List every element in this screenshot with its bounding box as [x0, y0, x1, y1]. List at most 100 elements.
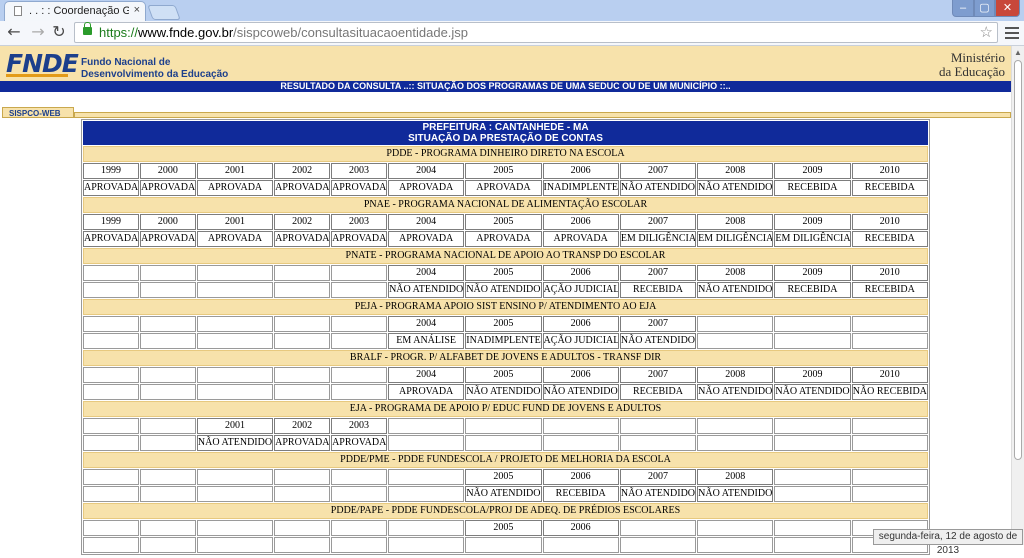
- year-cell: 2001: [196, 418, 274, 434]
- year-cell: 1999: [83, 214, 139, 230]
- status-cell: APROVADA: [331, 180, 388, 196]
- status-cell: NÃO ATENDIDO: [465, 384, 542, 400]
- url-text[interactable]: https://www.fnde.gov.br/sispcoweb/consul…: [99, 25, 468, 40]
- year-cell: 2006: [542, 265, 619, 281]
- status-cell: APROVADA: [331, 231, 388, 247]
- minimize-button[interactable]: –: [952, 0, 974, 17]
- status-cell: APROVADA: [388, 180, 465, 196]
- status-cell: APROVADA: [83, 180, 139, 196]
- year-cell: 2010: [851, 367, 928, 383]
- year-cell: 2006: [542, 367, 619, 383]
- tab-close-icon[interactable]: ×: [134, 4, 140, 16]
- status-cell: APROVADA: [196, 231, 274, 247]
- status-cell: NÃO ATENDIDO: [196, 435, 274, 451]
- year-cell: [619, 418, 697, 434]
- year-cell: 2002: [274, 214, 331, 230]
- status-cell: [774, 333, 851, 349]
- maximize-button[interactable]: ▢: [974, 0, 995, 17]
- status-cell: RECEBIDA: [542, 486, 619, 502]
- year-cell: [331, 520, 388, 536]
- year-cell: [465, 418, 542, 434]
- status-cell: NÃO ATENDIDO: [697, 282, 774, 298]
- year-cell: 1999: [83, 163, 139, 179]
- status-cell: [619, 537, 697, 553]
- year-cell: 2004: [388, 265, 465, 281]
- status-cell: EM ANÁLISE: [388, 333, 465, 349]
- year-cell: [388, 520, 465, 536]
- status-row: NÃO ATENDIDO NÃO ATENDIDO AÇÃO JUDICIAL REC…: [83, 282, 928, 298]
- year-cell: [388, 418, 465, 434]
- status-cell: [139, 282, 196, 298]
- forward-arrow-icon[interactable]: →: [29, 23, 47, 41]
- status-cell: [139, 537, 196, 553]
- status-cell: EM DILIGÊNCIA: [697, 231, 774, 247]
- status-cell: RECEBIDA: [774, 282, 851, 298]
- status-cell: [774, 537, 851, 553]
- program-header-row: EJA - PROGRAMA DE APOIO P/ EDUC FUND DE …: [83, 401, 928, 417]
- year-cell: [851, 316, 928, 332]
- status-cell: [542, 435, 619, 451]
- back-arrow-icon[interactable]: ←: [5, 23, 23, 41]
- vertical-scrollbar[interactable]: ▲: [1011, 46, 1024, 545]
- status-cell: EM DILIGÊNCIA: [774, 231, 851, 247]
- year-cell: 2004: [388, 367, 465, 383]
- program-name: PEJA - PROGRAMA APOIO SIST ENSINO P/ ATE…: [83, 299, 928, 315]
- status-cell: [274, 486, 331, 502]
- browser-menu-icon[interactable]: [1005, 24, 1019, 40]
- year-cell: [196, 265, 274, 281]
- year-cell: [274, 316, 331, 332]
- status-cell: APROVADA: [388, 231, 465, 247]
- year-cell: [697, 520, 774, 536]
- year-cell: 2009: [774, 265, 851, 281]
- status-cell: RECEBIDA: [851, 231, 928, 247]
- browser-tab[interactable]: . . : : Coordenação Geral D ×: [4, 1, 146, 21]
- scroll-up-arrow-icon[interactable]: ▲: [1014, 48, 1022, 57]
- year-cell: 2005: [465, 367, 542, 383]
- status-row: APROVADA APROVADA APROVADA APROVADA APROVADA…: [83, 180, 928, 196]
- status-cell: [196, 486, 274, 502]
- year-cell: 2010: [851, 265, 928, 281]
- year-cell: [139, 265, 196, 281]
- status-cell: [274, 333, 331, 349]
- status-cell: [83, 486, 139, 502]
- status-cell: [274, 537, 331, 553]
- year-cell: [139, 367, 196, 383]
- status-cell: APROVADA: [465, 180, 542, 196]
- url-scheme: https://: [99, 25, 139, 40]
- status-cell: [388, 435, 465, 451]
- close-window-button[interactable]: ✕: [995, 0, 1020, 17]
- status-cell: NÃO ATENDIDO: [697, 486, 774, 502]
- scrollbar-thumb[interactable]: [1014, 60, 1022, 460]
- reload-icon[interactable]: ↻: [50, 23, 68, 41]
- year-cell: 2007: [619, 265, 697, 281]
- status-row: NÃO ATENDIDO APROVADA APROVADA: [83, 435, 928, 451]
- status-cell: NÃO ATENDIDO: [619, 333, 697, 349]
- status-cell: NÃO ATENDIDO: [465, 486, 542, 502]
- status-cell: [851, 435, 928, 451]
- year-row: 2004 2005 2006 2007 2008 2009 2010: [83, 367, 928, 383]
- status-cell: [83, 333, 139, 349]
- status-cell: NÃO ATENDIDO: [697, 180, 774, 196]
- status-cell: [196, 282, 274, 298]
- year-cell: [196, 316, 274, 332]
- year-cell: 2003: [331, 163, 388, 179]
- year-cell: [274, 520, 331, 536]
- result-title-bar: RESULTADO DA CONSULTA ..:: SITUAÇÃO DOS …: [0, 81, 1011, 92]
- program-header-row: PNAE - PROGRAMA NACIONAL DE ALIMENTAÇÃO …: [83, 197, 928, 213]
- url-path: /sispcoweb/consultasituacaoentidade.jsp: [233, 25, 469, 40]
- year-cell: [774, 316, 851, 332]
- status-cell: [331, 537, 388, 553]
- status-cell: [196, 333, 274, 349]
- url-host: www.fnde.gov.br: [138, 25, 234, 40]
- status-cell: [196, 537, 274, 553]
- new-tab-button[interactable]: [147, 5, 181, 20]
- year-row: 2004 2005 2006 2007 2008 2009 2010: [83, 265, 928, 281]
- address-bar[interactable]: https://www.fnde.gov.br/sispcoweb/consul…: [74, 22, 998, 43]
- year-row: 1999 2000 2001 2002 2003 2004 2005 2006 2007 2008…: [83, 163, 928, 179]
- site-header: FNDE Fundo Nacional de Desenvolvimento d…: [0, 46, 1011, 81]
- bookmark-star-icon[interactable]: ☆: [980, 23, 993, 41]
- year-cell: 2007: [619, 367, 697, 383]
- status-cell: AÇÃO JUDICIAL: [542, 282, 619, 298]
- status-cell: [697, 333, 774, 349]
- status-cell: NÃO ATENDIDO: [619, 486, 697, 502]
